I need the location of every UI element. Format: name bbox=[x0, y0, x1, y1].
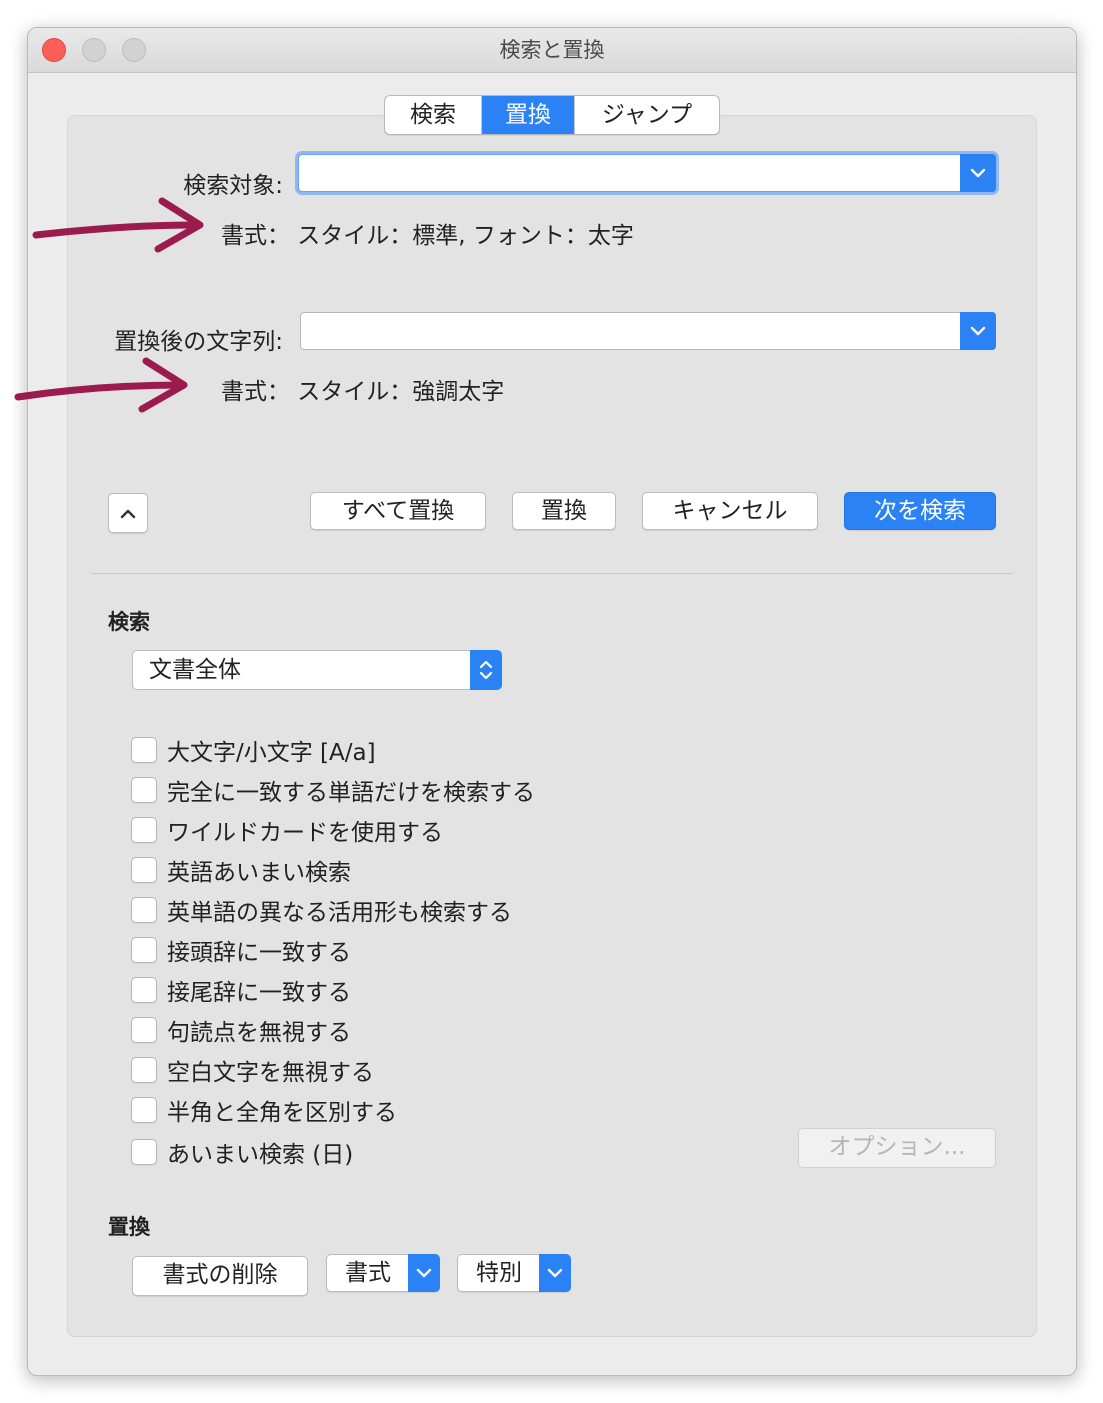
special-menu-button[interactable]: 特別 bbox=[457, 1254, 571, 1292]
checkbox[interactable] bbox=[131, 857, 157, 883]
find-what-combobox[interactable] bbox=[298, 154, 996, 192]
clear-formatting-button[interactable]: 書式の削除 bbox=[132, 1256, 308, 1296]
option-label: 半角と全角を区別する bbox=[167, 1100, 397, 1126]
option-match-prefix[interactable]: 接頭辞に一致する bbox=[131, 930, 571, 970]
cancel-button[interactable]: キャンセル bbox=[642, 492, 818, 530]
format-menu-dropdown[interactable] bbox=[408, 1254, 440, 1292]
search-options-list: 大文字/小文字 [A/a] 完全に一致する単語だけを検索する ワイルドカードを使… bbox=[131, 730, 571, 1174]
checkbox[interactable] bbox=[131, 897, 157, 923]
option-ignore-whitespace[interactable]: 空白文字を無視する bbox=[131, 1050, 571, 1090]
checkbox[interactable] bbox=[131, 1017, 157, 1043]
replace-section-heading: 置換 bbox=[108, 1215, 150, 1239]
replace-with-combobox[interactable] bbox=[300, 312, 996, 350]
format-menu-label: 書式 bbox=[345, 1260, 391, 1286]
find-history-dropdown[interactable] bbox=[960, 154, 996, 192]
up-down-chevron-icon bbox=[479, 660, 493, 680]
option-label: 大文字/小文字 [A/a] bbox=[167, 740, 376, 766]
option-wildcards[interactable]: ワイルドカードを使用する bbox=[131, 810, 571, 850]
option-label: 完全に一致する単語だけを検索する bbox=[167, 780, 535, 806]
search-section-heading: 検索 bbox=[108, 610, 150, 634]
option-label: ワイルドカードを使用する bbox=[167, 820, 443, 846]
collapse-options-button[interactable] bbox=[108, 493, 148, 533]
option-ignore-punctuation[interactable]: 句読点を無視する bbox=[131, 1010, 571, 1050]
option-fuzzy-japanese[interactable]: あいまい検索 (日) bbox=[131, 1130, 571, 1174]
option-sounds-like[interactable]: 英語あいまい検索 bbox=[131, 850, 571, 890]
option-match-suffix[interactable]: 接尾辞に一致する bbox=[131, 970, 571, 1010]
chevron-up-icon bbox=[120, 509, 136, 519]
option-label: 句読点を無視する bbox=[167, 1020, 351, 1046]
option-word-forms[interactable]: 英単語の異なる活用形も検索する bbox=[131, 890, 571, 930]
tab-replace[interactable]: 置換 bbox=[482, 96, 575, 134]
option-label: 空白文字を無視する bbox=[167, 1060, 374, 1086]
replace-with-label: 置換後の文字列: bbox=[114, 329, 283, 355]
option-label: 英語あいまい検索 bbox=[167, 860, 351, 886]
search-scope-stepper[interactable] bbox=[470, 650, 502, 690]
special-menu-label: 特別 bbox=[476, 1260, 522, 1286]
find-next-button[interactable]: 次を検索 bbox=[844, 492, 996, 530]
tab-jump[interactable]: ジャンプ bbox=[575, 96, 719, 134]
checkbox[interactable] bbox=[131, 1139, 157, 1165]
annotation-arrow-icon bbox=[14, 357, 188, 413]
chevron-down-icon bbox=[970, 168, 986, 178]
option-match-width[interactable]: 半角と全角を区別する bbox=[131, 1090, 571, 1130]
annotation-arrow-icon bbox=[32, 197, 204, 253]
find-format-text: 書式： スタイル：標準, フォント：太字 bbox=[221, 223, 634, 249]
title-bar: 検索と置換 bbox=[28, 28, 1076, 73]
chevron-down-icon bbox=[970, 326, 986, 336]
section-divider bbox=[91, 573, 1013, 574]
checkbox[interactable] bbox=[131, 977, 157, 1003]
chevron-down-icon bbox=[416, 1268, 432, 1278]
replace-all-button[interactable]: すべて置換 bbox=[310, 492, 486, 530]
checkbox[interactable] bbox=[131, 737, 157, 763]
checkbox[interactable] bbox=[131, 817, 157, 843]
option-label: 接頭辞に一致する bbox=[167, 940, 351, 966]
checkbox[interactable] bbox=[131, 1057, 157, 1083]
checkbox[interactable] bbox=[131, 1097, 157, 1123]
format-menu-button[interactable]: 書式 bbox=[326, 1254, 440, 1292]
replace-history-dropdown[interactable] bbox=[960, 312, 996, 350]
checkbox[interactable] bbox=[131, 937, 157, 963]
search-scope-value: 文書全体 bbox=[149, 657, 241, 683]
replace-format-text: 書式： スタイル：強調太字 bbox=[221, 379, 505, 405]
option-whole-word[interactable]: 完全に一致する単語だけを検索する bbox=[131, 770, 571, 810]
checkbox[interactable] bbox=[131, 777, 157, 803]
chevron-down-icon bbox=[547, 1268, 563, 1278]
tab-bar: 検索 置換 ジャンプ bbox=[384, 95, 720, 135]
search-scope-select[interactable]: 文書全体 bbox=[132, 650, 502, 690]
tab-find[interactable]: 検索 bbox=[385, 96, 482, 134]
fuzzy-options-button[interactable]: オプション... bbox=[798, 1128, 996, 1168]
option-label: あいまい検索 (日) bbox=[167, 1142, 354, 1168]
option-label: 接尾辞に一致する bbox=[167, 980, 351, 1006]
special-menu-dropdown[interactable] bbox=[539, 1254, 571, 1292]
option-match-case[interactable]: 大文字/小文字 [A/a] bbox=[131, 730, 571, 770]
window-title: 検索と置換 bbox=[499, 38, 605, 62]
replace-button[interactable]: 置換 bbox=[512, 492, 616, 530]
option-label: 英単語の異なる活用形も検索する bbox=[167, 900, 512, 926]
